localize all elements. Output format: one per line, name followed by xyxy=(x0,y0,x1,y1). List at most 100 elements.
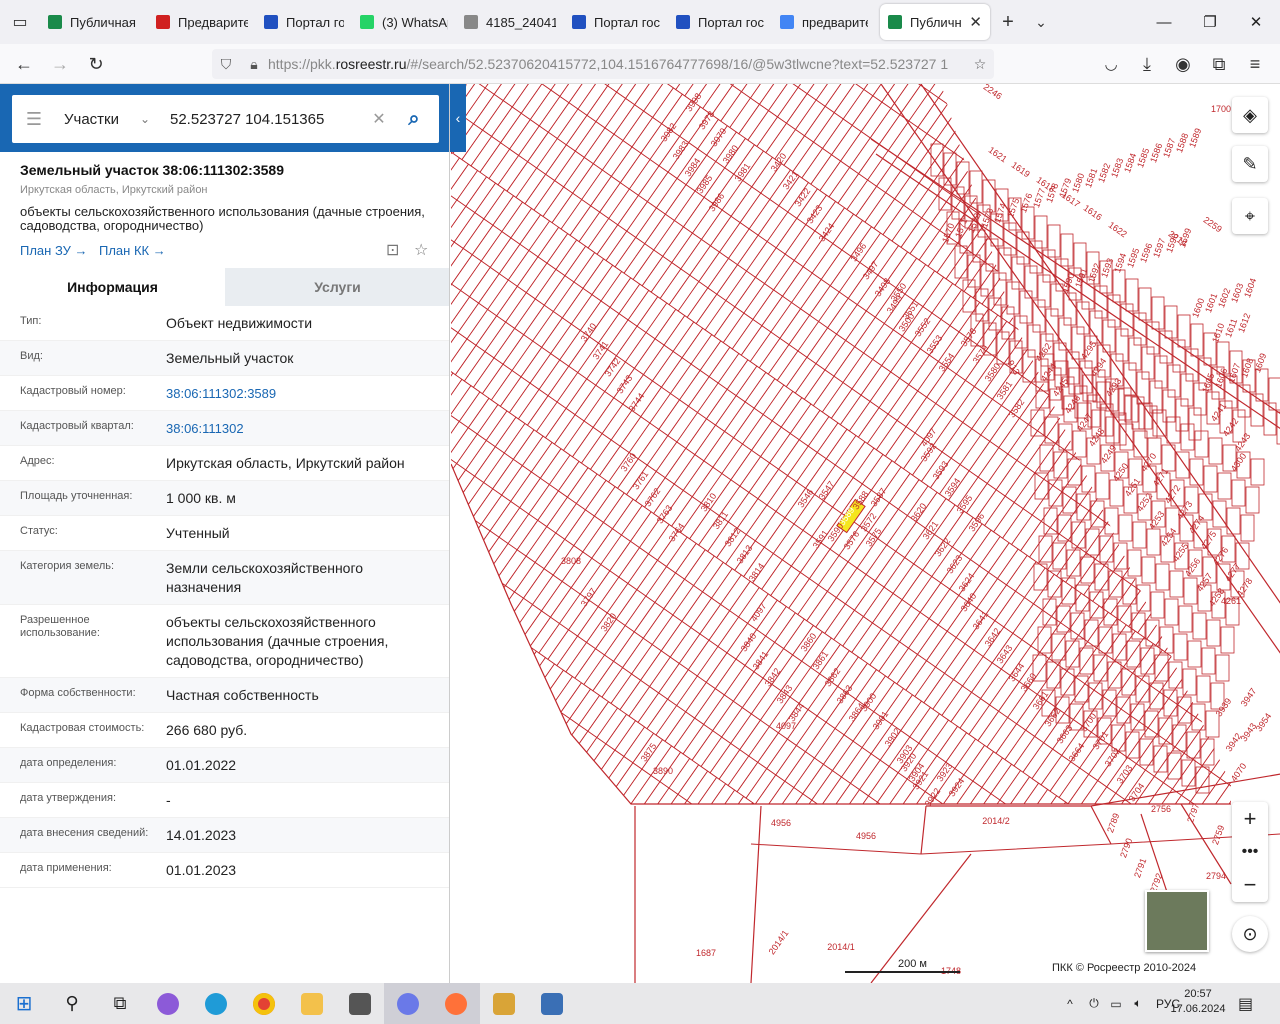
parcel-outline[interactable] xyxy=(1260,601,1280,637)
parcel-outline[interactable] xyxy=(935,636,966,674)
parcel-outline[interactable] xyxy=(1115,328,1129,362)
parcel-outline[interactable] xyxy=(1033,90,1064,128)
parcel-outline[interactable] xyxy=(511,340,543,378)
parcel-outline[interactable] xyxy=(557,460,589,498)
parcel-outline[interactable] xyxy=(718,222,750,259)
clock[interactable]: 20:57 17.06.2024 xyxy=(1170,987,1226,1017)
parcel-outline[interactable] xyxy=(1062,84,1094,105)
parcel-outline[interactable] xyxy=(571,822,601,858)
parcel-outline[interactable] xyxy=(853,580,885,618)
parcel-outline[interactable] xyxy=(731,802,763,839)
parcel-outline[interactable] xyxy=(807,679,839,717)
parcel-outline[interactable] xyxy=(596,707,628,745)
parcel-outline[interactable] xyxy=(464,835,494,871)
chrome-icon[interactable] xyxy=(240,983,288,1024)
parcel-outline[interactable] xyxy=(532,839,562,875)
parcel-outline[interactable] xyxy=(509,734,541,772)
parcel-outline[interactable] xyxy=(1137,84,1169,113)
parcel-outline[interactable] xyxy=(595,91,627,129)
parcel-outline[interactable] xyxy=(916,624,948,662)
parcel-outline[interactable] xyxy=(1069,115,1100,153)
parcel-outline[interactable] xyxy=(686,770,718,807)
parcel-outline[interactable] xyxy=(1169,570,1184,598)
parcel-outline[interactable] xyxy=(606,319,638,357)
parcel-outline[interactable] xyxy=(1164,305,1178,339)
parcel-outline[interactable] xyxy=(569,205,601,243)
parcel-outline[interactable] xyxy=(822,734,854,772)
parcel-outline[interactable] xyxy=(584,479,616,517)
parcel-outline[interactable] xyxy=(757,468,789,506)
parcel-outline[interactable] xyxy=(1116,105,1148,143)
parcel-outline[interactable] xyxy=(673,190,705,228)
parcel-outline[interactable] xyxy=(863,322,894,360)
parcel-outline[interactable] xyxy=(842,616,873,653)
parcel-outline[interactable] xyxy=(544,407,576,445)
parcel-outline[interactable] xyxy=(1049,761,1081,799)
parcel-outline[interactable] xyxy=(699,340,731,378)
parcel-outline[interactable] xyxy=(615,589,647,627)
parcel-outline[interactable] xyxy=(780,397,812,434)
parcel-outline[interactable] xyxy=(690,334,722,371)
parcel-outline[interactable] xyxy=(1229,623,1260,661)
parcel-outline[interactable] xyxy=(725,270,757,308)
parcel-outline[interactable] xyxy=(478,273,509,311)
parcel-outline[interactable] xyxy=(586,85,618,123)
parcel-outline[interactable] xyxy=(696,382,728,420)
parcel-outline[interactable] xyxy=(901,569,933,607)
parcel-outline[interactable] xyxy=(729,845,759,881)
parcel-outline[interactable] xyxy=(547,629,579,667)
parcel-outline[interactable] xyxy=(1196,675,1211,703)
parcel-outline[interactable] xyxy=(578,694,610,732)
parcel-outline[interactable] xyxy=(530,705,562,743)
parcel-outline[interactable] xyxy=(663,578,695,616)
parcel-outline[interactable] xyxy=(1219,484,1250,522)
parcel-outline[interactable] xyxy=(451,629,454,667)
plus-icon[interactable]: + xyxy=(1232,802,1268,835)
parcel-outline[interactable] xyxy=(1031,484,1063,522)
parcel-outline[interactable] xyxy=(470,619,501,657)
parcel-outline[interactable] xyxy=(905,133,937,170)
parcel-outline[interactable] xyxy=(1194,430,1209,458)
parcel-outline[interactable] xyxy=(1154,355,1168,389)
parcel-outline[interactable] xyxy=(551,675,582,713)
parcel-outline[interactable] xyxy=(703,694,734,732)
speaker-icon[interactable]: 🔈︎ xyxy=(1127,996,1149,1011)
parcel-outline[interactable] xyxy=(815,333,847,371)
parcel-outline[interactable] xyxy=(950,691,982,729)
parcel-outline[interactable] xyxy=(503,686,535,724)
parcel-outline[interactable] xyxy=(651,614,683,652)
parcel-outline[interactable] xyxy=(978,535,1010,573)
compass-icon[interactable]: ⊙ xyxy=(1232,916,1268,952)
parcel-outline[interactable] xyxy=(788,578,819,616)
parcel-outline[interactable] xyxy=(489,764,521,802)
parcel-outline[interactable] xyxy=(592,133,624,171)
parcel-outline[interactable] xyxy=(730,449,762,487)
parcel-outline[interactable] xyxy=(490,369,522,407)
parcel-outline[interactable] xyxy=(489,500,521,538)
parcel-outline[interactable] xyxy=(1128,596,1159,634)
parcel-outline[interactable] xyxy=(518,125,549,163)
parcel-outline[interactable] xyxy=(451,553,470,591)
parcel-outline[interactable] xyxy=(811,770,842,807)
parcel-outline[interactable] xyxy=(1269,607,1280,643)
parcel-outline[interactable] xyxy=(458,654,490,692)
address-bar[interactable]: ⛉ 🔒︎ https://pkk.rosreestr.ru/#/search/5… xyxy=(212,49,994,79)
parcel-outline[interactable] xyxy=(791,272,822,310)
parcel-outline[interactable] xyxy=(573,515,604,553)
parcel-outline[interactable] xyxy=(512,692,544,730)
parcel-outline[interactable] xyxy=(1145,619,1160,647)
parcel-outline[interactable] xyxy=(785,93,817,131)
parcel-outline[interactable] xyxy=(1042,249,1056,283)
parcel-outline[interactable] xyxy=(686,287,718,325)
parcel-outline[interactable] xyxy=(935,373,966,411)
parcel-outline[interactable] xyxy=(542,186,574,224)
parcel-outline[interactable] xyxy=(1125,111,1157,149)
parcel-outline[interactable] xyxy=(715,395,746,432)
parcel-outline[interactable] xyxy=(512,429,544,467)
parcel-outline[interactable] xyxy=(755,247,786,285)
parcel-outline[interactable] xyxy=(896,126,928,164)
parcel-outline[interactable] xyxy=(941,817,971,853)
parcel-outline[interactable] xyxy=(1238,498,1268,534)
parcel-outline[interactable] xyxy=(835,567,867,605)
parcel-outline[interactable] xyxy=(876,156,907,194)
